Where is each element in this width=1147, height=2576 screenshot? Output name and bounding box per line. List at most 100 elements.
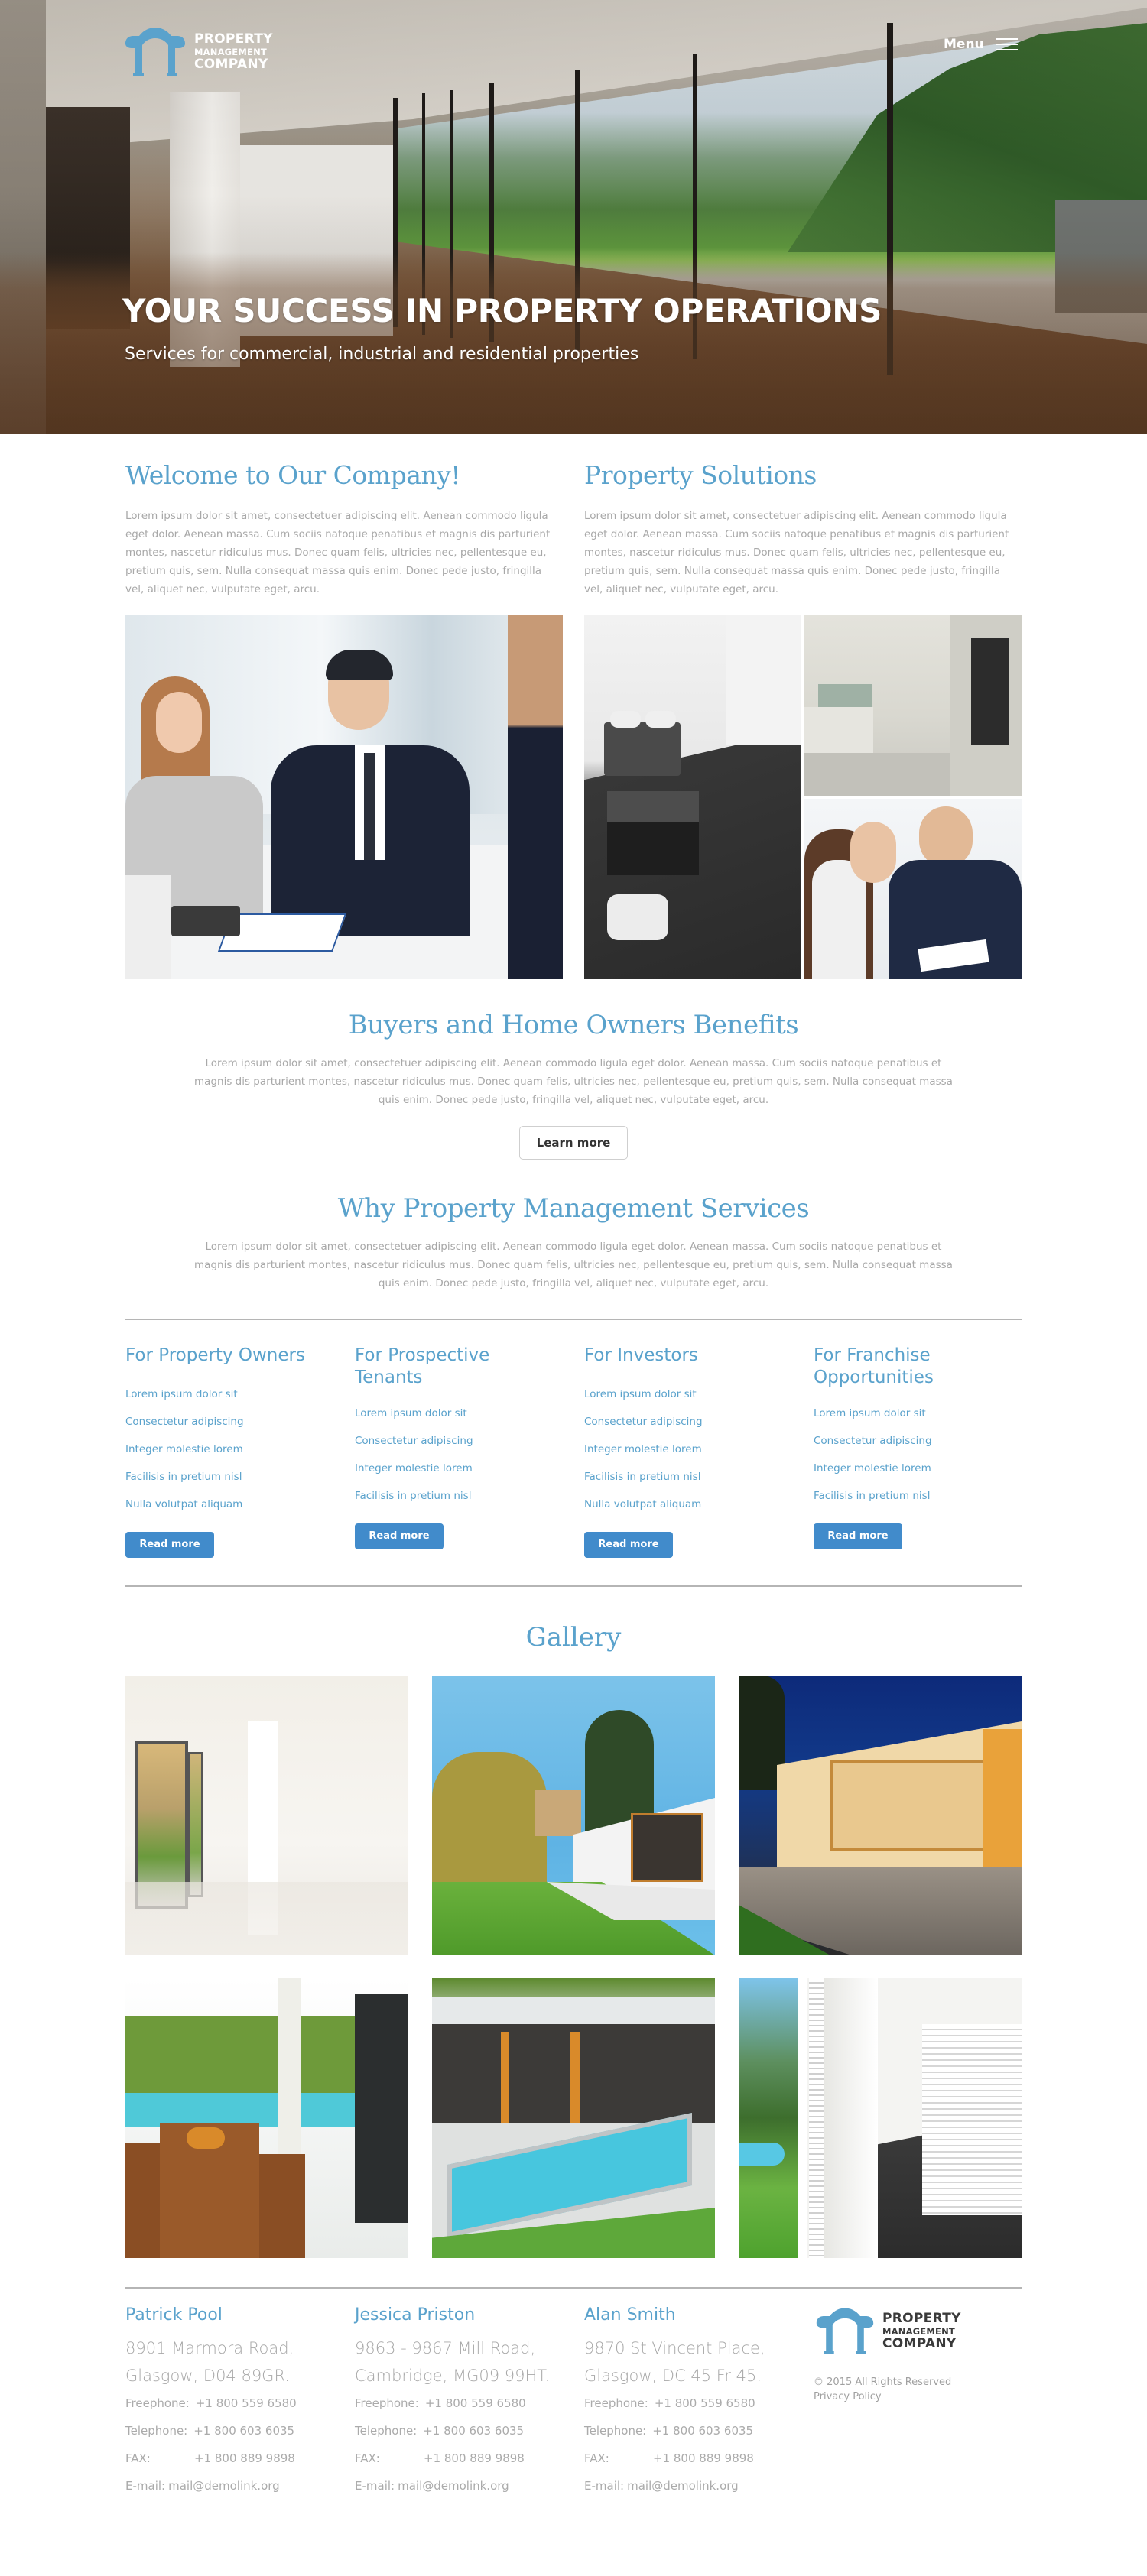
telephone-row: Telephone: +1 800 603 6035: [584, 2417, 814, 2445]
address-line: Glasgow, DC 45 Fr 45.: [584, 2367, 762, 2385]
service-link[interactable]: Consectetur adipiscing: [355, 1427, 569, 1455]
logo-text: PROPERTY MANAGEMENT COMPANY: [194, 31, 273, 73]
freephone-value: +1 800 559 6580: [195, 2396, 297, 2410]
service-title: For Prospective Tenants: [355, 1345, 490, 1387]
logo-line-1: PROPERTY: [882, 2310, 961, 2326]
hero-title: YOUR SUCCESS IN PROPERTY OPERATIONS: [122, 292, 882, 329]
gallery-image-interior[interactable]: [125, 1676, 408, 1955]
freephone-row: Freephone: +1 800 559 6580: [584, 2389, 814, 2417]
welcome-text: Lorem ipsum dolor sit amet, consectetuer…: [125, 510, 551, 595]
business-meeting-image: [125, 615, 563, 979]
logo-line-2: MANAGEMENT: [882, 2325, 955, 2337]
telephone-row: Telephone: +1 800 603 6035: [125, 2417, 355, 2445]
contact-card: Patrick Pool 8901 Marmora Road, Glasgow,…: [125, 2304, 355, 2500]
service-link[interactable]: Integer molestie lorem: [125, 1436, 340, 1463]
address-line: 8901 Marmora Road,: [125, 2339, 294, 2357]
service-link[interactable]: Consectetur adipiscing: [584, 1408, 798, 1436]
service-link[interactable]: Lorem ipsum dolor sit: [814, 1400, 1022, 1427]
footer-brand: PROPERTY MANAGEMENT COMPANY © 2015 All R…: [814, 2304, 1022, 2500]
footer: Patrick Pool 8901 Marmora Road, Glasgow,…: [125, 2289, 1022, 2530]
address-line: 9870 St Vincent Place,: [584, 2339, 765, 2357]
fax-value: +1 800 889 9898: [424, 2451, 525, 2465]
intro-photos: [125, 615, 1022, 979]
telephone-value: +1 800 603 6035: [193, 2424, 295, 2438]
gallery-grid: [125, 1676, 1022, 2258]
services-section: For Property Owners Lorem ipsum dolor si…: [125, 1320, 1022, 1558]
why-section: Why Property Management Services Lorem i…: [125, 1193, 1022, 1293]
address-line: Cambridge, MG09 99HT.: [355, 2367, 551, 2385]
service-link[interactable]: Integer molestie lorem: [584, 1436, 798, 1463]
menu-button[interactable]: Menu: [944, 37, 1018, 52]
gallery-image-modern-house[interactable]: [432, 1676, 715, 1955]
solutions-column: Property Solutions Lorem ipsum dolor sit…: [584, 460, 1022, 599]
logo-line-1: PROPERTY: [194, 31, 273, 47]
service-link[interactable]: Consectetur adipiscing: [125, 1408, 340, 1436]
read-more-button[interactable]: Read more: [584, 1532, 673, 1558]
contact-address: 9863 - 9867 Mill Road, Cambridge, MG09 9…: [355, 2334, 584, 2389]
service-links: Lorem ipsum dolor sit Consectetur adipis…: [355, 1400, 569, 1510]
footer-logo[interactable]: PROPERTY MANAGEMENT COMPANY: [814, 2307, 1022, 2356]
contact-name: Alan Smith: [584, 2305, 676, 2325]
service-title: For Franchise Opportunities: [814, 1345, 934, 1387]
service-link[interactable]: Lorem ipsum dolor sit: [355, 1400, 569, 1427]
read-more-button[interactable]: Read more: [355, 1523, 444, 1549]
service-link[interactable]: Facilisis in pretium nisl: [125, 1463, 340, 1491]
email-link[interactable]: mail@demolink.org: [398, 2472, 509, 2500]
email-label: E-mail:: [584, 2479, 625, 2493]
freephone-value: +1 800 559 6580: [654, 2396, 755, 2410]
service-title: For Investors: [584, 1345, 698, 1365]
logo-text: PROPERTY MANAGEMENT COMPANY: [882, 2312, 961, 2351]
gallery-image-villa-pool[interactable]: [432, 1978, 715, 2258]
contact-address: 8901 Marmora Road, Glasgow, D04 89GR.: [125, 2334, 355, 2389]
contact-card: Jessica Priston 9863 - 9867 Mill Road, C…: [355, 2304, 584, 2500]
email-row: E-mail: mail@demolink.org: [584, 2472, 814, 2500]
logo-line-3: COMPANY: [194, 57, 268, 73]
service-link[interactable]: Nulla volutpat aliquam: [584, 1491, 798, 1518]
main-content: Welcome to Our Company! Lorem ipsum dolo…: [125, 434, 1022, 2530]
service-link[interactable]: Facilisis in pretium nisl: [584, 1463, 798, 1491]
living-room-image: [584, 615, 801, 979]
freephone-row: Freephone: +1 800 559 6580: [355, 2389, 584, 2417]
service-link[interactable]: Nulla volutpat aliquam: [125, 1491, 340, 1518]
service-link[interactable]: Facilisis in pretium nisl: [355, 1482, 569, 1510]
photo-stack: [804, 615, 1022, 979]
learn-more-button[interactable]: Learn more: [518, 1126, 629, 1160]
fax-row: FAX: +1 800 889 9898: [584, 2445, 814, 2472]
email-link[interactable]: mail@demolink.org: [627, 2472, 739, 2500]
freephone-label: Freephone:: [355, 2396, 419, 2410]
interior-photo-grid: [584, 615, 1022, 979]
privacy-policy-link[interactable]: Privacy Policy: [814, 2391, 1022, 2402]
hamburger-icon: [996, 38, 1018, 50]
buyers-text: Lorem ipsum dolor sit amet, consectetuer…: [194, 1057, 953, 1106]
service-column-property-owners: For Property Owners Lorem ipsum dolor si…: [125, 1345, 355, 1558]
fax-value: +1 800 889 9898: [653, 2451, 754, 2465]
fax-label: FAX:: [584, 2451, 609, 2465]
read-more-button[interactable]: Read more: [125, 1532, 214, 1558]
freephone-label: Freephone:: [584, 2396, 648, 2410]
freephone-row: Freephone: +1 800 559 6580: [125, 2389, 355, 2417]
gallery-image-night-terrace[interactable]: [739, 1676, 1022, 1955]
service-links: Lorem ipsum dolor sit Consectetur adipis…: [125, 1380, 340, 1518]
gallery-image-patio-dining[interactable]: [125, 1978, 408, 2258]
email-link[interactable]: mail@demolink.org: [168, 2472, 280, 2500]
service-link[interactable]: Integer molestie lorem: [814, 1455, 1022, 1482]
solutions-text: Lorem ipsum dolor sit amet, consectetuer…: [584, 510, 1009, 595]
section-divider: [125, 1585, 1022, 1587]
telephone-value: +1 800 603 6035: [652, 2424, 754, 2438]
kitchen-image: [804, 615, 1022, 796]
service-link[interactable]: Facilisis in pretium nisl: [814, 1482, 1022, 1510]
address-line: 9863 - 9867 Mill Road,: [355, 2339, 536, 2357]
arch-icon: [816, 2308, 874, 2354]
telephone-label: Telephone:: [355, 2424, 418, 2438]
site-logo[interactable]: PROPERTY MANAGEMENT COMPANY: [122, 27, 273, 77]
freephone-value: +1 800 559 6580: [424, 2396, 526, 2410]
service-link[interactable]: Consectetur adipiscing: [814, 1427, 1022, 1455]
telephone-label: Telephone:: [125, 2424, 188, 2438]
service-link[interactable]: Lorem ipsum dolor sit: [584, 1380, 798, 1408]
gallery-image-glass-corridor[interactable]: [739, 1978, 1022, 2258]
solutions-title: Property Solutions: [584, 460, 817, 490]
read-more-button[interactable]: Read more: [814, 1523, 902, 1549]
service-link[interactable]: Lorem ipsum dolor sit: [125, 1380, 340, 1408]
service-link[interactable]: Integer molestie lorem: [355, 1455, 569, 1482]
service-links: Lorem ipsum dolor sit Consectetur adipis…: [814, 1400, 1022, 1510]
